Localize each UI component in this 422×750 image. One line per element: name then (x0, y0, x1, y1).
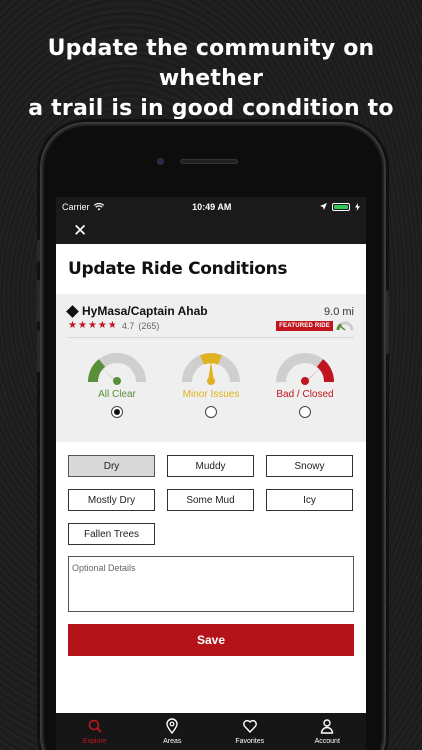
rating-row: ★ ★ ★ ★ ★ 4.7 (265) FEATURED RIDE (68, 321, 354, 331)
featured-ride-badge: FEATURED RIDE (276, 321, 333, 331)
map-pin-icon (166, 718, 178, 734)
trail-header: HyMasa/Captain Ahab 9.0 mi (66, 304, 354, 318)
status-right (319, 202, 360, 211)
star-icon: ★ (87, 320, 97, 331)
front-camera (157, 158, 164, 165)
condition-bad-closed[interactable]: Bad / Closed (264, 348, 346, 418)
tab-explore[interactable]: Explore (56, 718, 133, 745)
chip-icy[interactable]: Icy (266, 489, 353, 511)
trail-name: HyMasa/Captain Ahab (82, 304, 208, 318)
phone-volume-up (37, 280, 40, 322)
black-diamond-icon (66, 304, 79, 318)
location-arrow-icon (319, 203, 327, 210)
condition-label: Bad / Closed (276, 389, 334, 400)
surface-options: Dry Muddy Snowy Mostly Dry Some Mud Icy … (56, 442, 366, 545)
star-rating: ★ ★ ★ ★ ★ 4.7 (265) (68, 320, 160, 332)
earpiece-speaker (180, 159, 238, 164)
tab-label: Account (314, 738, 340, 745)
phone-volume-down (37, 330, 40, 372)
headline-line-1: Update the community on whether (47, 36, 375, 91)
radio-bad-closed[interactable] (299, 406, 311, 418)
star-icon: ★ (77, 320, 87, 331)
gauge-all-clear-icon (88, 353, 146, 385)
star-icon: ★ (97, 320, 107, 331)
person-icon (321, 719, 334, 734)
tab-account[interactable]: Account (289, 718, 366, 745)
tab-label: Explore (82, 738, 107, 745)
tab-areas[interactable]: Areas (134, 718, 211, 745)
page-title: Update Ride Conditions (68, 259, 288, 279)
trail-name-row: HyMasa/Captain Ahab (66, 304, 208, 318)
charging-bolt-icon (354, 202, 360, 211)
condition-minor-issues[interactable]: Minor Issues (170, 348, 252, 418)
nav-bar: ✕ (56, 216, 366, 244)
tab-label: Areas (163, 738, 182, 745)
details-input[interactable]: Optional Details (68, 556, 354, 612)
condition-options: All Clear Minor Issues Bad / Closed (68, 338, 354, 418)
radio-minor-issues[interactable] (205, 406, 217, 418)
mini-gauge-icon (336, 321, 354, 331)
title-row: Update Ride Conditions (56, 244, 366, 294)
condition-label: Minor Issues (182, 389, 240, 400)
clock: 10:49 AM (192, 201, 232, 212)
battery-icon (331, 202, 350, 211)
radio-selected-dot (114, 409, 120, 415)
status-left: Carrier (62, 202, 104, 212)
rating-count: (265) (138, 321, 160, 331)
trail-distance: 9.0 mi (324, 306, 354, 318)
gauge-minor-issues-icon (182, 353, 240, 385)
heart-icon (242, 719, 257, 734)
status-bar: Carrier 10:49 AM (56, 197, 366, 216)
condition-label: All Clear (98, 389, 136, 400)
star-half-icon: ★ (107, 320, 117, 331)
carrier-label: Carrier (62, 201, 90, 212)
tab-bar: Explore Areas Favorites Account (56, 713, 366, 750)
tab-favorites[interactable]: Favorites (211, 718, 288, 745)
save-button[interactable]: Save (68, 624, 354, 656)
app-screen: Carrier 10:49 AM ✕ Update Ride Condition… (56, 197, 366, 750)
gauge-bad-closed-icon (276, 353, 334, 385)
condition-all-clear[interactable]: All Clear (76, 348, 158, 418)
chip-fallen-trees[interactable]: Fallen Trees (68, 523, 155, 545)
star-icon: ★ (68, 320, 77, 331)
trail-card: HyMasa/Captain Ahab 9.0 mi ★ ★ ★ ★ ★ 4.7… (56, 294, 366, 442)
radio-all-clear[interactable] (111, 406, 123, 418)
rating-value: 4.7 (121, 321, 135, 331)
tab-label: Favorites (235, 738, 265, 745)
chip-mostly-dry[interactable]: Mostly Dry (68, 489, 155, 511)
search-icon (88, 719, 102, 733)
phone-power-button (386, 290, 389, 354)
wifi-icon (93, 202, 104, 210)
chip-dry[interactable]: Dry (68, 455, 155, 477)
chip-snowy[interactable]: Snowy (266, 455, 353, 477)
close-icon[interactable]: ✕ (73, 222, 87, 239)
chip-muddy[interactable]: Muddy (167, 455, 254, 477)
chip-some-mud[interactable]: Some Mud (167, 489, 254, 511)
phone-mute-switch (37, 240, 40, 262)
featured-badge-wrap: FEATURED RIDE (276, 321, 354, 331)
